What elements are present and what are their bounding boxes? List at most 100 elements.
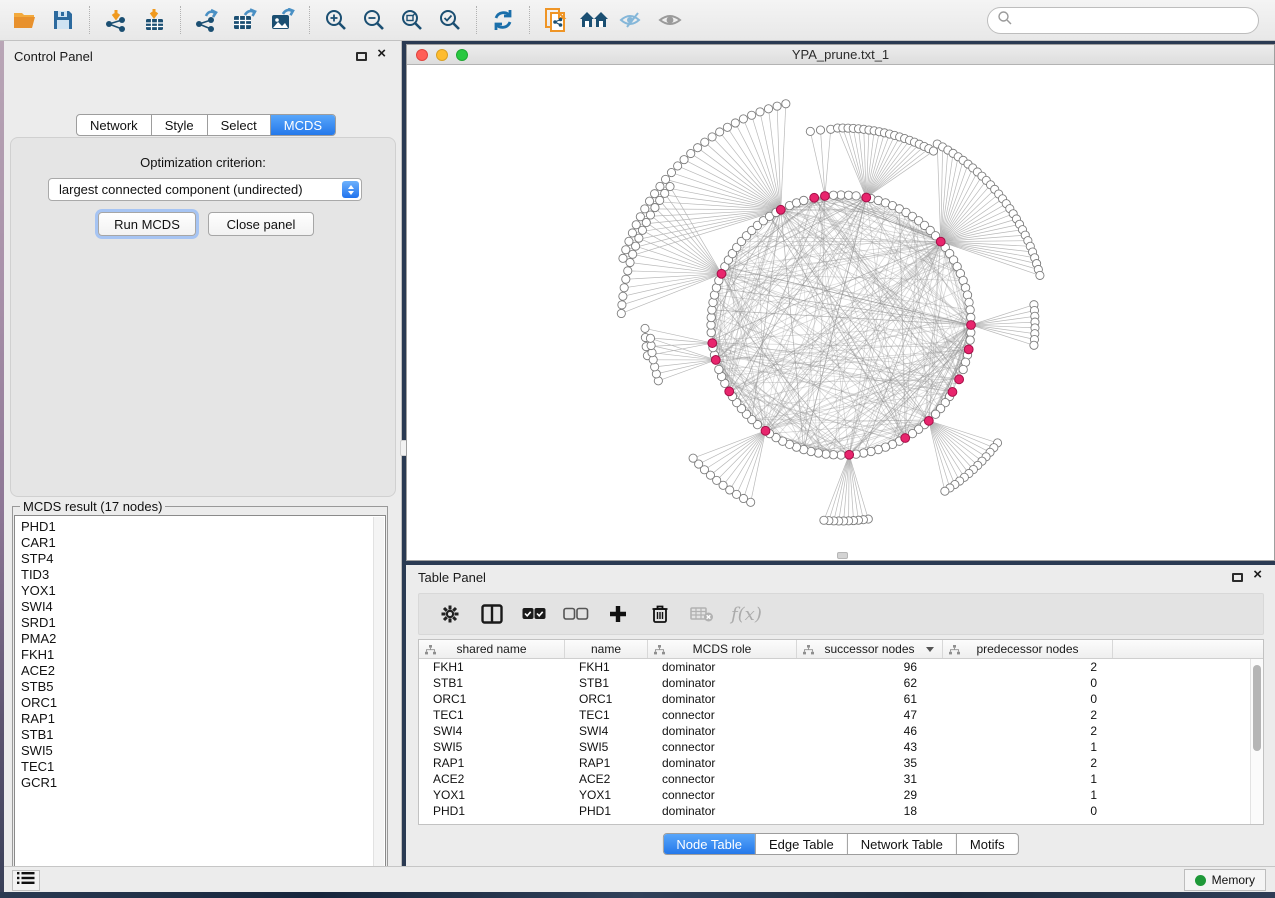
- table-row[interactable]: TEC1TEC1connector472: [419, 707, 1263, 723]
- split-panel-button[interactable]: [479, 601, 505, 627]
- column-header-predecessor-nodes[interactable]: predecessor nodes: [943, 640, 1113, 658]
- table-scrollbar[interactable]: [1250, 659, 1263, 824]
- graph-satellite-nodes: [617, 100, 1044, 525]
- column-label: name: [591, 642, 621, 656]
- zoom-fit-button[interactable]: [393, 4, 431, 36]
- mcds-result-item[interactable]: TEC1: [21, 759, 385, 775]
- tab-network[interactable]: Network: [77, 115, 151, 135]
- run-mcds-button[interactable]: Run MCDS: [98, 212, 196, 236]
- delete-table-button[interactable]: [689, 601, 715, 627]
- add-column-button[interactable]: [605, 601, 631, 627]
- hierarchy-icon: [803, 644, 814, 658]
- mcds-result-item[interactable]: SWI5: [21, 743, 385, 759]
- tab-network-table[interactable]: Network Table: [847, 834, 956, 854]
- mcds-result-item[interactable]: SRD1: [21, 615, 385, 631]
- toolbar-separator: [476, 6, 477, 34]
- network-window-titlebar[interactable]: YPA_prune.txt_1: [407, 45, 1274, 65]
- table-row[interactable]: SWI4SWI4dominator462: [419, 723, 1263, 739]
- toolbar-separator: [180, 6, 181, 34]
- eye-icon: [657, 10, 683, 30]
- mcds-result-item[interactable]: RAP1: [21, 711, 385, 727]
- first-neighbors-button[interactable]: [575, 4, 613, 36]
- import-network-button[interactable]: [97, 4, 135, 36]
- memory-label: Memory: [1212, 873, 1255, 887]
- export-image-button[interactable]: [264, 4, 302, 36]
- select-all-checkboxes-button[interactable]: [521, 601, 547, 627]
- clone-network-button[interactable]: [537, 4, 575, 36]
- mcds-result-item[interactable]: YOX1: [21, 583, 385, 599]
- open-file-button[interactable]: [6, 4, 44, 36]
- column-header-mcds-role[interactable]: MCDS role: [648, 640, 797, 658]
- table-cell: TEC1: [419, 708, 565, 722]
- tab-mcds[interactable]: MCDS: [270, 115, 335, 135]
- export-network-button[interactable]: [188, 4, 226, 36]
- mcds-result-item[interactable]: STB1: [21, 727, 385, 743]
- tab-motifs[interactable]: Motifs: [956, 834, 1018, 854]
- zoom-in-button[interactable]: [317, 4, 355, 36]
- tab-select[interactable]: Select: [207, 115, 270, 135]
- table-row[interactable]: SWI5SWI5connector431: [419, 739, 1263, 755]
- table-cell: 46: [797, 724, 943, 738]
- float-table-panel-icon[interactable]: [1232, 573, 1243, 582]
- mcds-result-item[interactable]: SWI4: [21, 599, 385, 615]
- column-header-shared-name[interactable]: shared name: [419, 640, 565, 658]
- table-row[interactable]: PHD1PHD1dominator180: [419, 803, 1263, 819]
- search-field[interactable]: [987, 7, 1259, 34]
- table-row[interactable]: YOX1YOX1connector291: [419, 787, 1263, 803]
- import-table-button[interactable]: [135, 4, 173, 36]
- save-session-button[interactable]: [44, 4, 82, 36]
- column-settings-button[interactable]: [437, 601, 463, 627]
- tab-style[interactable]: Style: [151, 115, 207, 135]
- export-table-icon: [232, 8, 258, 32]
- network-scroll-grip[interactable]: [837, 552, 848, 559]
- mcds-result-item[interactable]: CAR1: [21, 535, 385, 551]
- optimization-criterion-select[interactable]: largest connected component (undirected): [48, 178, 362, 201]
- table-cell: 2: [943, 724, 1113, 738]
- table-row[interactable]: ORC1ORC1dominator610: [419, 691, 1263, 707]
- zoom-out-button[interactable]: [355, 4, 393, 36]
- close-panel-icon[interactable]: ×: [377, 45, 386, 63]
- tab-node-table[interactable]: Node Table: [663, 834, 755, 854]
- sort-descending-icon: [926, 647, 934, 652]
- function-builder-button[interactable]: f(x): [731, 604, 762, 625]
- show-all-button[interactable]: [651, 4, 689, 36]
- mcds-result-item[interactable]: ORC1: [21, 695, 385, 711]
- mcds-result-item[interactable]: PMA2: [21, 631, 385, 647]
- close-panel-button[interactable]: Close panel: [208, 212, 314, 236]
- mcds-result-item[interactable]: STP4: [21, 551, 385, 567]
- table-cell: 0: [943, 804, 1113, 818]
- export-table-button[interactable]: [226, 4, 264, 36]
- table-row[interactable]: ACE2ACE2connector311: [419, 771, 1263, 787]
- zoom-selected-button[interactable]: [431, 4, 469, 36]
- refresh-button[interactable]: [484, 4, 522, 36]
- mcds-result-item[interactable]: ACE2: [21, 663, 385, 679]
- task-history-button[interactable]: [12, 870, 40, 891]
- hierarchy-icon: [654, 644, 665, 658]
- hide-selected-button[interactable]: [613, 4, 651, 36]
- mcds-result-item[interactable]: PHD1: [21, 519, 385, 535]
- mcds-result-item[interactable]: STB5: [21, 679, 385, 695]
- mcds-result-list[interactable]: PHD1CAR1STP4TID3YOX1SWI4SRD1PMA2FKH1ACE2…: [14, 515, 386, 869]
- table-row[interactable]: RAP1RAP1dominator352: [419, 755, 1263, 771]
- search-input[interactable]: [1013, 11, 1258, 31]
- table-cell: dominator: [648, 660, 797, 674]
- column-header-name[interactable]: name: [565, 640, 648, 658]
- close-table-panel-icon[interactable]: ×: [1253, 566, 1262, 584]
- mcds-list-scrollbar[interactable]: [373, 517, 384, 867]
- network-canvas[interactable]: [407, 66, 1274, 560]
- clone-network-icon: [544, 7, 568, 33]
- table-scrollbar-thumb[interactable]: [1253, 665, 1261, 751]
- column-header-successor-nodes[interactable]: successor nodes: [797, 640, 943, 658]
- hierarchy-icon: [949, 644, 960, 658]
- deselect-all-checkboxes-button[interactable]: [563, 601, 589, 627]
- tab-edge-table[interactable]: Edge Table: [755, 834, 847, 854]
- mcds-result-item[interactable]: FKH1: [21, 647, 385, 663]
- mcds-result-item[interactable]: TID3: [21, 567, 385, 583]
- delete-column-button[interactable]: [647, 601, 673, 627]
- mcds-result-item[interactable]: GCR1: [21, 775, 385, 791]
- table-row[interactable]: FKH1FKH1dominator962: [419, 659, 1263, 675]
- memory-button[interactable]: Memory: [1184, 869, 1266, 891]
- table-cell: dominator: [648, 804, 797, 818]
- float-window-icon[interactable]: [356, 52, 367, 61]
- table-row[interactable]: STB1STB1dominator620: [419, 675, 1263, 691]
